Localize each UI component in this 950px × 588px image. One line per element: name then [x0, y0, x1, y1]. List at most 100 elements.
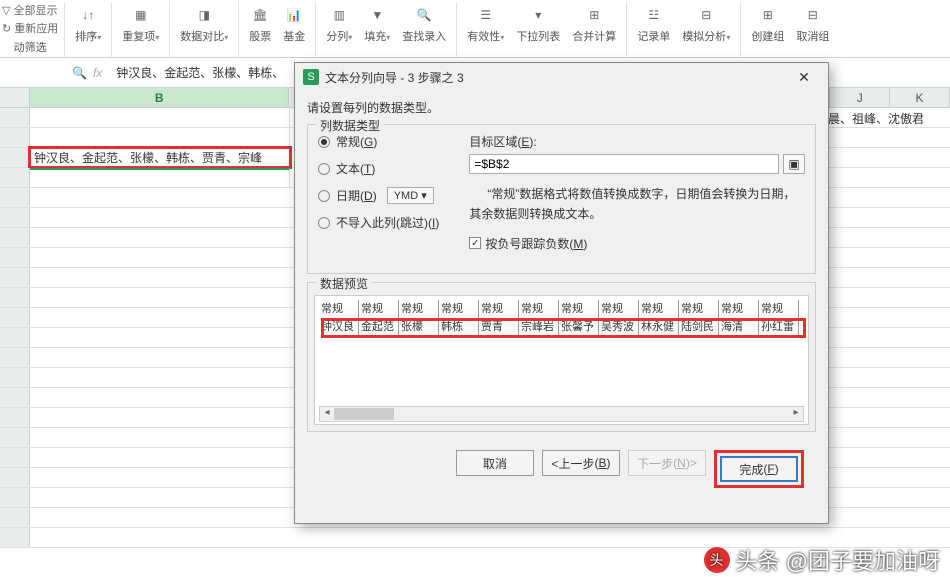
preview-cell: 陆剑民 — [679, 316, 719, 336]
dialog-title: 文本分列向导 - 3 步骤之 3 — [325, 69, 782, 86]
ribbon: ▽全部显示 ↻重新应用 动筛选 ↓↑排序▾ ▦重复项▾ ◨数据对比▾ 🏛股票 📊… — [0, 0, 950, 58]
preview-col-head[interactable]: 常规 — [519, 300, 559, 316]
column-type-fieldset: 列数据类型 常规(G) 文本(T) 日期(D)YMD ▾ 不导入此列(跳过)(I… — [307, 124, 816, 274]
preview-fieldset: 数据预览 常规常规常规常规常规常规常规常规常规常规常规常规 钟汉良金起范张檬韩栋… — [307, 282, 816, 432]
compare-btn[interactable]: ◨数据对比▾ — [176, 2, 232, 46]
preview-legend: 数据预览 — [316, 275, 372, 292]
finish-highlight: 完成(F) — [714, 450, 804, 488]
refresh-icon: ↻ — [2, 22, 11, 35]
radio-skip[interactable]: 不导入此列(跳过)(I) — [318, 214, 439, 231]
scroll-left-icon[interactable]: ◂ — [320, 407, 334, 421]
split-btn[interactable]: ▥分列▾ — [322, 2, 356, 46]
ungroup-icon: ⊟ — [802, 4, 824, 26]
dedupe-btn[interactable]: ▦重复项▾ — [118, 2, 163, 46]
col-header-B[interactable]: B — [30, 88, 289, 107]
fund-icon: 📊 — [283, 4, 305, 26]
stock-btn[interactable]: 🏛股票 — [245, 2, 275, 46]
preview-col-head[interactable]: 常规 — [359, 300, 399, 316]
show-all-btn[interactable]: ▽全部显示 — [2, 2, 58, 18]
group-icon: ⊞ — [757, 4, 779, 26]
reapply-btn[interactable]: ↻重新应用 — [2, 20, 58, 36]
preview-col-head[interactable]: 常规 — [719, 300, 759, 316]
validity-btn[interactable]: ☰有效性▾ — [463, 2, 508, 46]
name-box[interactable] — [4, 64, 64, 81]
preview-col-head[interactable]: 常规 — [399, 300, 439, 316]
col-header-J[interactable]: J — [830, 88, 890, 107]
app-icon: S — [303, 69, 319, 85]
watermark-icon: 头 — [704, 547, 730, 573]
preview-cell: 韩栋 — [439, 316, 479, 336]
selected-cell[interactable]: 钟汉良、金起范、张檬、韩栋、贾青、宗峰 — [30, 148, 290, 167]
preview-scrollbar[interactable]: ◂ ▸ — [319, 406, 804, 422]
whatif-btn[interactable]: ⊟模拟分析▾ — [678, 2, 734, 46]
ymd-select[interactable]: YMD ▾ — [387, 187, 434, 204]
cancel-button[interactable]: 取消 — [456, 450, 534, 476]
close-icon[interactable]: ✕ — [788, 69, 820, 86]
fill-btn[interactable]: ▼填充▾ — [360, 2, 394, 46]
funnel-icon: ▽ — [2, 4, 10, 17]
target-input[interactable] — [469, 154, 779, 174]
ribbon-group-filter: ▽全部显示 ↻重新应用 动筛选 — [0, 2, 65, 57]
preview-cell: 宗峰岩 — [519, 316, 559, 336]
dialog-titlebar[interactable]: S 文本分列向导 - 3 步骤之 3 ✕ — [295, 63, 828, 91]
radio-text[interactable]: 文本(T) — [318, 160, 439, 177]
dedupe-icon: ▦ — [130, 4, 152, 26]
fill-icon: ▼ — [366, 4, 388, 26]
preview-col-head[interactable]: 常规 — [679, 300, 719, 316]
ungroup-btn[interactable]: ⊟取消组 — [792, 2, 833, 46]
radio-general[interactable]: 常规(G) — [318, 133, 439, 150]
preview-col-head[interactable]: 常规 — [479, 300, 519, 316]
record-btn[interactable]: ☳记录单 — [633, 2, 674, 46]
back-button[interactable]: <上一步(B) — [542, 450, 620, 476]
preview-cell: 林永健 — [639, 316, 679, 336]
compare-icon: ◨ — [193, 4, 215, 26]
dropdown-icon: ▾ — [527, 4, 549, 26]
dropdown-btn[interactable]: ▾下拉列表 — [512, 2, 564, 46]
split-icon: ▥ — [328, 4, 350, 26]
col-header-K[interactable]: K — [890, 88, 950, 107]
scroll-thumb[interactable] — [334, 408, 394, 420]
watermark: 头 头条 @团子要加油呀 — [704, 544, 940, 576]
whatif-icon: ⊟ — [695, 4, 717, 26]
preview-cell: 张馨予 — [559, 316, 599, 336]
text-to-columns-dialog: S 文本分列向导 - 3 步骤之 3 ✕ 请设置每列的数据类型。 列数据类型 常… — [294, 62, 829, 524]
preview-cell: 金起范 — [359, 316, 399, 336]
preview-col-head[interactable]: 常规 — [639, 300, 679, 316]
next-button: 下一步(N)> — [628, 450, 706, 476]
preview-cell: 贾青 — [479, 316, 519, 336]
overflow-text: 晨、祖峰、沈傲君 — [828, 110, 924, 127]
finish-button[interactable]: 完成(F) — [720, 456, 798, 482]
consolidate-icon: ⊞ — [583, 4, 605, 26]
sort-icon: ↓↑ — [77, 4, 99, 26]
dialog-hint: 请设置每列的数据类型。 — [307, 99, 816, 116]
preview-col-head[interactable]: 常规 — [439, 300, 479, 316]
scroll-right-icon[interactable]: ▸ — [789, 407, 803, 421]
record-icon: ☳ — [643, 4, 665, 26]
fund-btn[interactable]: 📊基金 — [279, 2, 309, 46]
consolidate-btn[interactable]: ⊞合并计算 — [568, 2, 620, 46]
lookup-btn[interactable]: 🔍查找录入 — [398, 2, 450, 46]
preview-cell: 孙红雷 — [759, 316, 799, 336]
fx-icon[interactable]: fx — [93, 66, 102, 80]
radio-date[interactable]: 日期(D)YMD ▾ — [318, 187, 439, 204]
range-picker-icon[interactable]: ▣ — [783, 154, 805, 174]
stock-icon: 🏛 — [249, 4, 271, 26]
preview-col-head[interactable]: 常规 — [759, 300, 799, 316]
preview-cell: 钟汉良 — [319, 316, 359, 336]
preview-col-head[interactable]: 常规 — [559, 300, 599, 316]
search-icon[interactable]: 🔍 — [72, 66, 87, 80]
preview-col-head[interactable]: 常规 — [319, 300, 359, 316]
negative-checkbox[interactable]: ✓ 按负号跟踪负数(M) — [469, 235, 805, 252]
auto-filter-label: 动筛选 — [14, 39, 47, 55]
format-description: “常规”数据格式将数值转换成数字，日期值会转换为日期，其余数据则转换成文本。 — [469, 184, 805, 225]
check-icon: ✓ — [469, 237, 481, 249]
sort-btn[interactable]: ↓↑排序▾ — [71, 2, 105, 46]
preview-cell: 海清 — [719, 316, 759, 336]
group-btn[interactable]: ⊞创建组 — [747, 2, 788, 46]
preview-cell: 吴秀波 — [599, 316, 639, 336]
lookup-icon: 🔍 — [413, 4, 435, 26]
validity-icon: ☰ — [475, 4, 497, 26]
col-type-legend: 列数据类型 — [316, 117, 384, 134]
preview-box: 常规常规常规常规常规常规常规常规常规常规常规常规 钟汉良金起范张檬韩栋贾青宗峰岩… — [314, 295, 809, 425]
preview-col-head[interactable]: 常规 — [599, 300, 639, 316]
